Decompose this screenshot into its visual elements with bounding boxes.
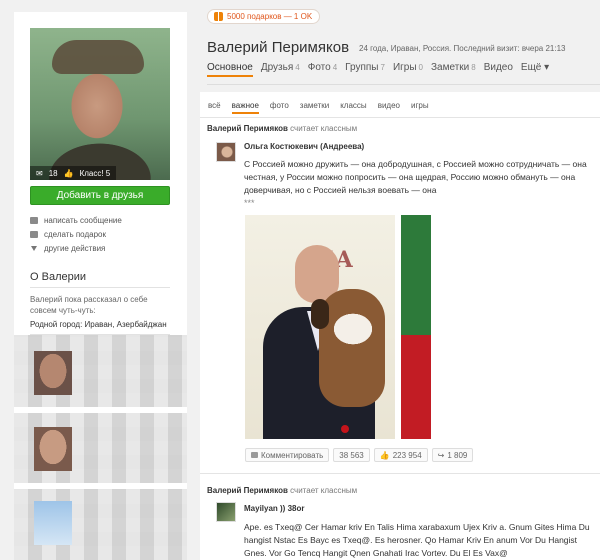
comment-icon <box>251 452 258 458</box>
post-text: С Россией можно дружить — она добродушна… <box>244 159 587 195</box>
feed-item-header: Валерий Перимяков считает классным <box>207 124 357 133</box>
class-button[interactable]: 👍 223 954 <box>373 448 428 462</box>
gift-icon <box>214 12 223 21</box>
subtab-games[interactable]: игры <box>411 101 429 114</box>
tab-photos-label: Фото <box>307 62 331 73</box>
about-divider <box>30 287 170 288</box>
send-gift-label: сделать подарок <box>44 229 106 239</box>
photo-dog-tag <box>341 425 349 433</box>
subtab-all[interactable]: всё <box>208 101 221 114</box>
send-gift-link[interactable]: сделать подарок <box>30 227 122 241</box>
post-photo[interactable]: RIA <box>245 215 431 439</box>
friend-thumb-blurred[interactable] <box>14 413 187 483</box>
subtab-notes[interactable]: заметки <box>300 101 329 114</box>
tab-photos-count: 4 <box>332 63 338 72</box>
tab-main[interactable]: Основное <box>207 62 253 77</box>
shares-count: 1 809 <box>447 450 468 460</box>
tab-friends-count: 4 <box>295 63 300 72</box>
author-name[interactable]: Mayilyan )) 38or <box>244 504 304 513</box>
feed-action-text: считает классным <box>290 486 358 495</box>
triangle-down-icon <box>31 245 37 251</box>
tab-main-label: Основное <box>207 62 253 73</box>
about-text: Валерий пока рассказал о себе совсем чут… <box>30 295 148 315</box>
subtab-important[interactable]: важное <box>231 101 259 114</box>
tab-photos[interactable]: Фото 4 <box>308 62 337 77</box>
friend-thumb-blurred[interactable] <box>14 489 187 560</box>
subtab-classes[interactable]: классы <box>340 101 366 114</box>
subtabs-divider <box>200 117 600 118</box>
envelope-icon <box>30 216 38 224</box>
add-friend-button[interactable]: Добавить в друзья <box>30 186 170 205</box>
other-actions-label: другие действия <box>44 243 106 253</box>
write-message-link[interactable]: написать сообщение <box>30 213 122 227</box>
tab-video[interactable]: Видео <box>484 62 513 77</box>
tab-games-label: Игры <box>392 62 417 73</box>
blurred-avatar <box>34 501 72 545</box>
promo-label: 5000 подарков — 1 OK <box>227 12 313 21</box>
author-avatar[interactable] <box>216 142 236 162</box>
tab-notes[interactable]: Заметки 8 <box>431 62 476 77</box>
subtab-photo[interactable]: фото <box>270 101 289 114</box>
tab-notes-label: Заметки <box>430 62 470 73</box>
about-title: О Валерии <box>30 271 87 283</box>
profile-actions: написать сообщение сделать подарок други… <box>30 213 122 255</box>
feed-item-header: Валерий Перимяков считает классным <box>207 486 357 495</box>
profile-avatar[interactable]: ✉ 18 👍 Класс! 5 <box>30 28 170 180</box>
about-city: Родной город: Ираван, Азербайджан <box>30 320 167 329</box>
subtab-video[interactable]: видео <box>378 101 400 114</box>
other-actions-link[interactable]: другие действия <box>30 241 122 255</box>
profile-name: Валерий Перимяков <box>207 39 350 56</box>
tab-games-count: 0 <box>418 63 423 72</box>
author-avatar[interactable] <box>216 502 236 522</box>
tab-more[interactable]: Ещё ▾ <box>521 62 549 77</box>
share-icon: ↪ <box>437 450 445 460</box>
likes-count: 223 954 <box>392 450 422 460</box>
share-button[interactable]: ↪ 1 809 <box>431 448 474 462</box>
blurred-avatar <box>34 427 72 471</box>
friend-thumb-blurred[interactable] <box>14 335 187 407</box>
avatar-hair <box>52 40 144 74</box>
tab-friends-label: Друзья <box>260 62 294 73</box>
post-text: Ape. es Txeq@ Cer Hamar kriv En Talis Hi… <box>244 522 590 558</box>
feed-panel: всё важное фото заметки классы видео игр… <box>200 92 600 560</box>
nav-divider <box>207 84 600 85</box>
comment-label: Комментировать <box>261 450 324 460</box>
comment-button[interactable]: Комментировать <box>245 448 330 462</box>
profile-nav: Основное Друзья 4 Фото 4 Группы 7 Игры 0 Зам… <box>207 62 549 77</box>
photo-dog-ear <box>311 299 329 329</box>
gift-icon <box>30 230 38 238</box>
thumbs-up-icon: 👍 <box>379 450 390 460</box>
promo-badge[interactable]: 5000 подарков — 1 OK <box>207 9 321 24</box>
comments-count: 18 <box>48 168 58 178</box>
feed-action-text: считает классным <box>290 124 358 133</box>
feed-divider <box>200 473 600 474</box>
tab-groups-label: Группы <box>345 62 379 73</box>
class-count: Класс! 5 <box>79 168 111 178</box>
post-actions: Комментировать 38 563 👍 223 954 ↪ 1 809 <box>245 448 474 462</box>
tab-notes-count: 8 <box>471 63 476 72</box>
tab-video-label: Видео <box>483 62 513 73</box>
profile-meta: 24 года, Ираван, Россия. Последний визит… <box>359 44 566 53</box>
feed-user-link[interactable]: Валерий Перимяков <box>207 124 288 133</box>
tab-friends[interactable]: Друзья 4 <box>261 62 300 77</box>
write-message-label: написать сообщение <box>44 215 122 225</box>
avatar-stats: ✉ 18 👍 Класс! 5 <box>30 166 117 180</box>
like-icon: 👍 <box>63 168 74 178</box>
comment-icon: ✉ <box>36 168 43 178</box>
tab-groups-count: 7 <box>380 63 385 72</box>
tab-games[interactable]: Игры 0 <box>393 62 423 77</box>
feed-user-link[interactable]: Валерий Перимяков <box>207 486 288 495</box>
feed-filter-tabs: всё важное фото заметки классы видео игр… <box>208 101 429 114</box>
comments-count[interactable]: 38 563 <box>333 448 370 462</box>
blurred-avatar <box>34 351 72 395</box>
post-stars: *** <box>244 198 255 208</box>
comments-count-value: 38 563 <box>339 450 364 460</box>
tab-groups[interactable]: Группы 7 <box>345 62 385 77</box>
tab-more-label: Ещё ▾ <box>520 62 550 73</box>
author-name[interactable]: Ольга Костюкевич (Андреева) <box>244 142 364 151</box>
